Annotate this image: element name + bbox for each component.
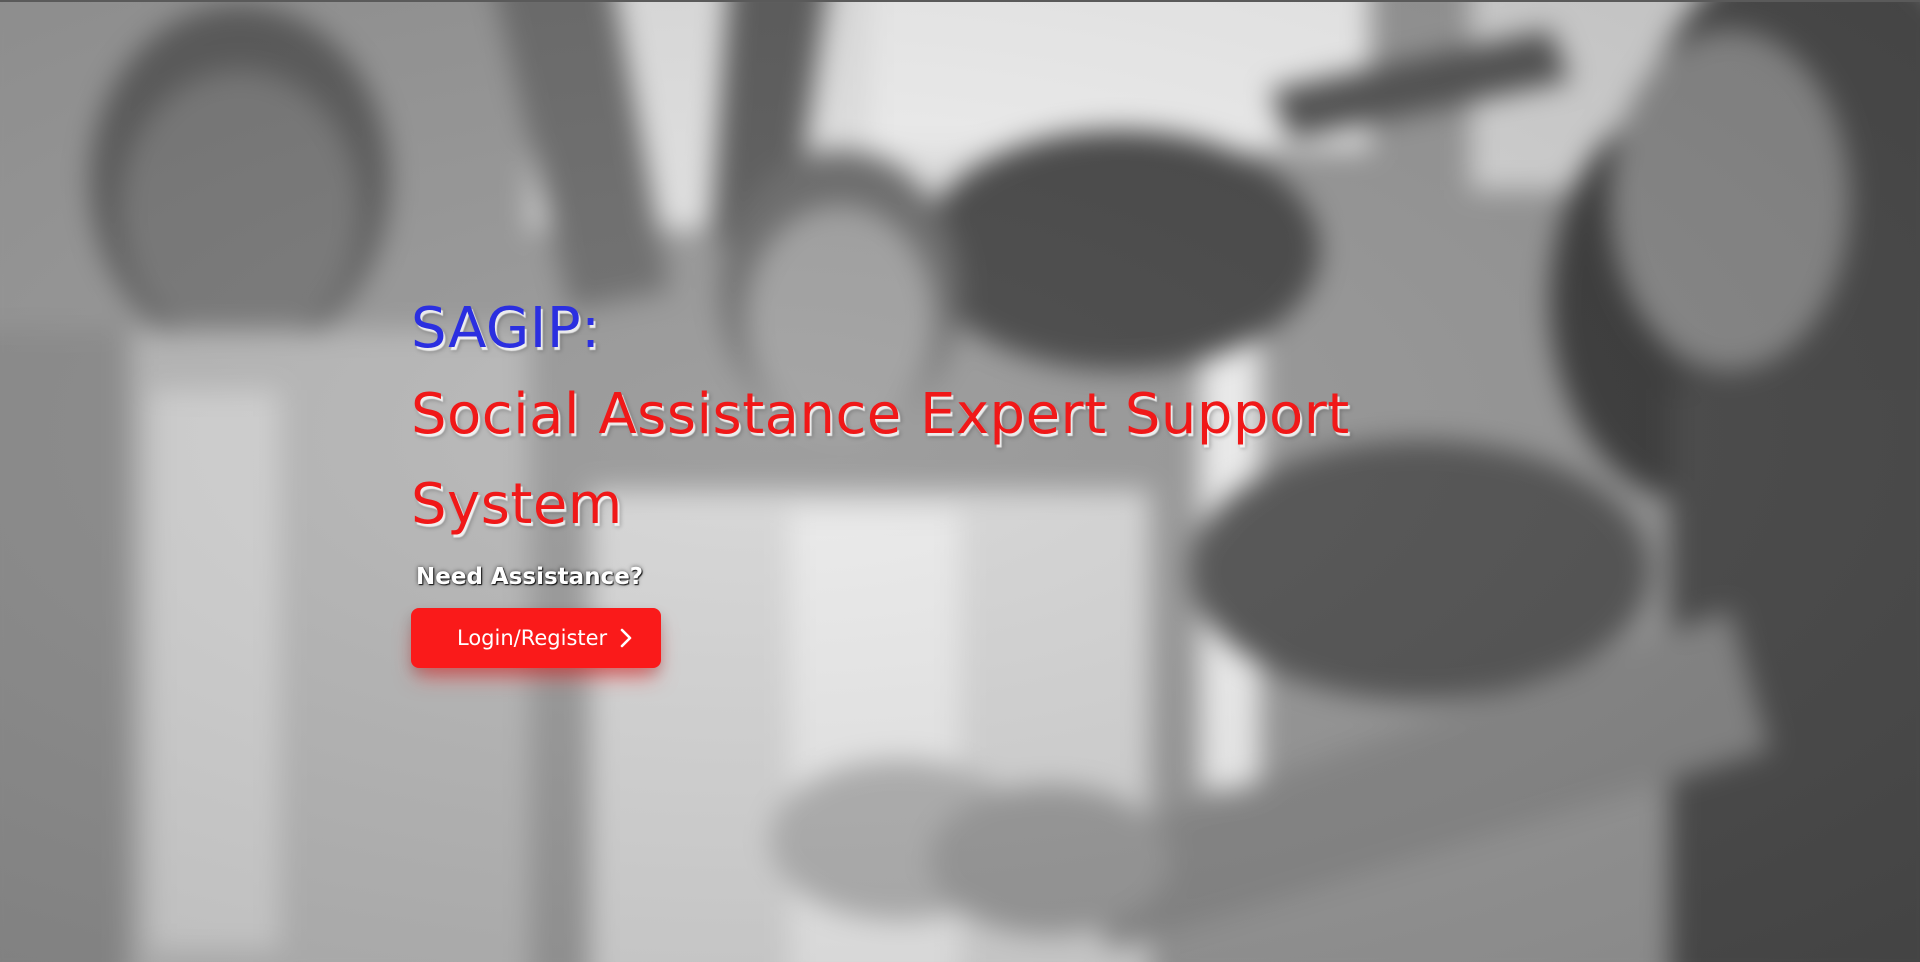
- hero-content: SAGIP: Social Assistance Expert Support …: [411, 290, 1391, 668]
- assistance-prompt: Need Assistance?: [416, 564, 644, 590]
- chevron-right-icon: [619, 627, 633, 649]
- headline: Social Assistance Expert Support System: [411, 370, 1391, 550]
- hero-section: SAGIP: Social Assistance Expert Support …: [0, 0, 1920, 962]
- headline-line-2: System: [411, 472, 623, 537]
- login-register-button[interactable]: Login/Register: [411, 608, 661, 668]
- login-register-label: Login/Register: [457, 626, 608, 650]
- top-border: [0, 0, 1920, 2]
- brand-title: SAGIP:: [411, 296, 601, 361]
- headline-line-1: Social Assistance Expert Support: [411, 382, 1350, 447]
